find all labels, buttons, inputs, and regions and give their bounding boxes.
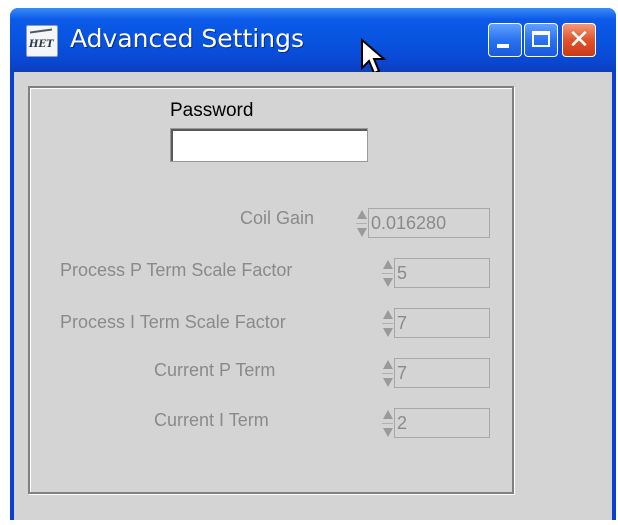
increment-arrow-icon[interactable]	[383, 310, 393, 319]
password-input[interactable]	[170, 128, 368, 162]
process-i-term-field[interactable]: 7	[394, 308, 490, 338]
decrement-arrow-icon[interactable]	[357, 228, 367, 237]
spinner-divider	[382, 423, 393, 424]
app-icon-text: HET	[29, 39, 54, 50]
current-p-term-spinner[interactable]	[382, 358, 393, 389]
current-i-term-field[interactable]: 2	[394, 408, 490, 438]
title-bar[interactable]: HET Advanced Settings ✕	[10, 8, 616, 75]
increment-arrow-icon[interactable]	[383, 260, 393, 269]
spinner-divider	[382, 323, 393, 324]
maximize-icon	[532, 31, 550, 47]
current-p-term-label: Current P Term	[154, 360, 276, 380]
close-button[interactable]: ✕	[562, 23, 596, 57]
current-i-term-spinner[interactable]	[382, 408, 393, 439]
coil-gain-spinner[interactable]	[356, 208, 367, 239]
decrement-arrow-icon[interactable]	[383, 378, 393, 387]
process-p-term-label: Process P Term Scale Factor	[60, 260, 293, 280]
process-p-term-field[interactable]: 5	[394, 258, 490, 288]
coil-gain-label: Coil Gain	[240, 208, 315, 228]
spinner-divider	[356, 223, 367, 224]
decrement-arrow-icon[interactable]	[383, 278, 393, 287]
decrement-arrow-icon[interactable]	[383, 428, 393, 437]
spinner-divider	[382, 373, 393, 374]
process-i-term-spinner[interactable]	[382, 308, 393, 339]
minimize-icon	[497, 44, 509, 48]
spinner-divider	[382, 273, 393, 274]
window-title: Advanced Settings	[70, 24, 304, 53]
decrement-arrow-icon[interactable]	[383, 328, 393, 337]
increment-arrow-icon[interactable]	[357, 210, 367, 219]
increment-arrow-icon[interactable]	[383, 360, 393, 369]
minimize-button[interactable]	[488, 23, 522, 57]
app-icon[interactable]: HET	[26, 25, 58, 57]
process-i-term-label: Process I Term Scale Factor	[60, 312, 286, 332]
current-p-term-field[interactable]: 7	[394, 358, 490, 388]
password-label: Password	[170, 100, 254, 121]
close-icon: ✕	[568, 25, 590, 55]
maximize-button[interactable]	[524, 23, 558, 57]
current-i-term-label: Current I Term	[154, 410, 269, 430]
coil-gain-field[interactable]: 0.016280	[368, 208, 490, 238]
process-p-term-spinner[interactable]	[382, 258, 393, 289]
increment-arrow-icon[interactable]	[383, 410, 393, 419]
